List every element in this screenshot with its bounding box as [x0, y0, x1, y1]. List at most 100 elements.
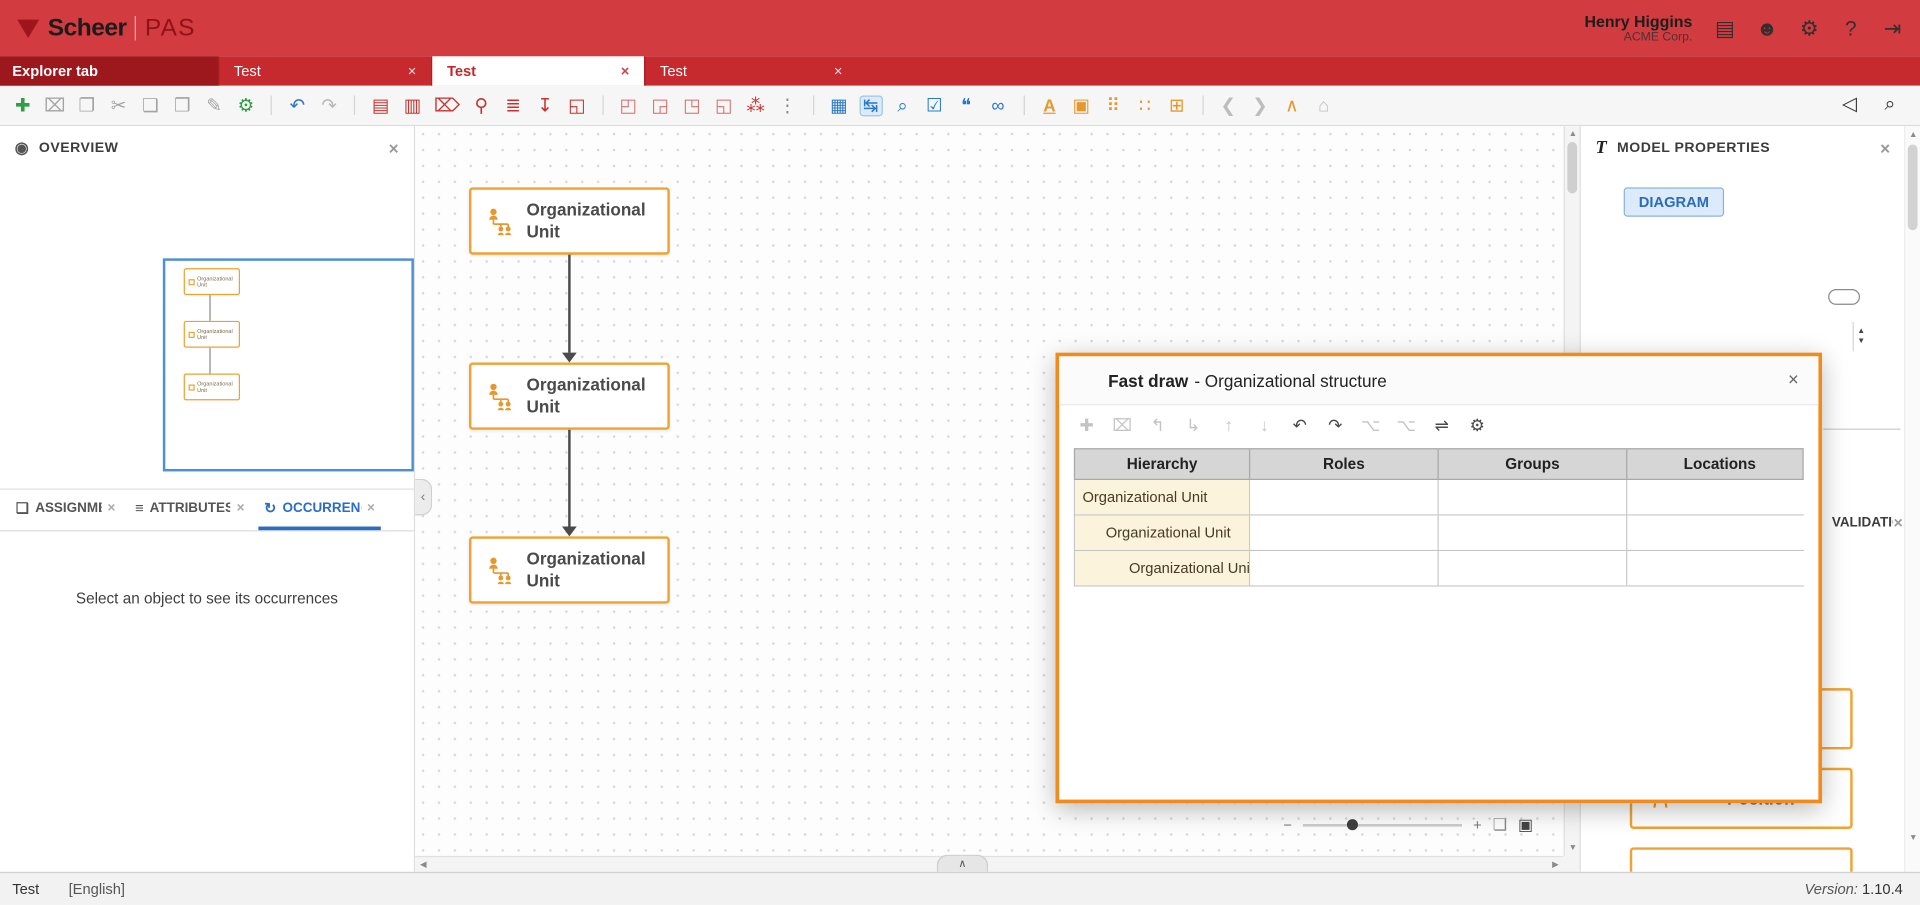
delete-model-icon[interactable]: ⌦	[434, 96, 460, 114]
locations-cell[interactable]	[1627, 516, 1812, 550]
undo-icon[interactable]: ↶	[1289, 416, 1310, 433]
org-unit-node-1[interactable]: Organizational Unit	[469, 187, 670, 254]
scroll-right-icon[interactable]: ▶	[1552, 861, 1559, 870]
right-panel-scrollbar[interactable]: ▲ ▼	[1904, 126, 1920, 872]
table-row[interactable]: Organizational Unit	[1074, 551, 1804, 587]
tab-close-icon[interactable]: ×	[408, 62, 417, 79]
linked-view-icon[interactable]: ∞	[988, 96, 1009, 114]
report-icon[interactable]: ▥	[402, 96, 423, 114]
paste-icon[interactable]: ❏	[140, 96, 161, 114]
zoom-out-button[interactable]: −	[1283, 817, 1292, 834]
nav-back-icon[interactable]: ❮	[1218, 96, 1239, 114]
validation-close-icon[interactable]: ×	[1894, 513, 1903, 531]
zoom-slider-knob[interactable]	[1347, 819, 1358, 830]
connector-mode-icon[interactable]: ↹	[860, 96, 881, 114]
edge-1[interactable]	[568, 255, 570, 353]
bottom-panel-expand-handle[interactable]: ∧	[937, 855, 988, 872]
diagram-button[interactable]: DIAGRAM	[1624, 187, 1724, 216]
scroll-left-icon[interactable]: ◀	[420, 861, 427, 870]
org-chart-layout-icon[interactable]: ⁂	[745, 96, 766, 114]
snapshot-icon[interactable]: ◱	[566, 96, 587, 114]
canvas-horizontal-scrollbar[interactable]: ◀ ▶	[415, 856, 1564, 872]
notifications-tray-icon[interactable]: ▤	[1714, 18, 1735, 39]
user-menu[interactable]: Henry Higgins ACME Corp.	[1584, 12, 1692, 44]
spacing-icon[interactable]: ∷	[1135, 96, 1156, 114]
delete-row-icon[interactable]: ⌧	[1112, 416, 1133, 433]
tab-close-icon[interactable]: ×	[107, 501, 115, 516]
tab-close-icon[interactable]: ×	[367, 501, 375, 516]
cut-icon[interactable]: ✂	[108, 96, 129, 114]
sidebar-collapse-handle[interactable]: ‹	[415, 479, 432, 516]
model-tab-1[interactable]: Test ×	[218, 56, 431, 85]
fit-to-view-icon[interactable]: ▣	[1518, 816, 1533, 836]
org-unit-node-2[interactable]: Organizational Unit	[469, 362, 670, 429]
vertical-scroll-thumb[interactable]	[1567, 142, 1577, 193]
pin-icon[interactable]: ⚲	[471, 96, 492, 114]
tab-close-icon[interactable]: ×	[834, 62, 843, 79]
org-unit-node-3[interactable]: Organizational Unit	[469, 536, 670, 603]
hierarchy-cell[interactable]: Organizational Unit	[1075, 480, 1250, 514]
tab-attributes[interactable]: ≡ ATTRIBUTES ×	[129, 490, 251, 530]
table-row[interactable]: Organizational Unit	[1074, 516, 1804, 552]
hierarchy-cell[interactable]: Organizational Unit	[1075, 516, 1250, 550]
collapse-panel-icon[interactable]: ◁	[1839, 96, 1860, 116]
hierarchy-cell[interactable]: Organizational Unit	[1075, 551, 1250, 585]
scroll-up-icon[interactable]: ▲	[1909, 131, 1917, 140]
toggle-pill[interactable]	[1828, 289, 1860, 305]
settings-gear-icon[interactable]: ⚙	[1799, 18, 1820, 39]
tab-occurrences[interactable]: ↻ OCCURRENCES ×	[258, 490, 381, 530]
groups-cell[interactable]	[1439, 516, 1628, 550]
arrange-send-back-icon[interactable]: ◲	[650, 96, 671, 114]
model-tab-3[interactable]: Test ×	[644, 56, 857, 85]
move-down-icon[interactable]: ↓	[1254, 416, 1275, 433]
help-icon[interactable]: ?	[1840, 18, 1861, 39]
fast-draw-header[interactable]: Fast draw - Organizational structure ×	[1059, 356, 1818, 405]
font-color-icon[interactable]: A	[1039, 97, 1060, 114]
locations-cell[interactable]	[1627, 551, 1812, 585]
copy-icon[interactable]: ❐	[76, 96, 97, 114]
export-model-icon[interactable]: ▤	[370, 96, 391, 114]
user-account-icon[interactable]: ☻	[1756, 18, 1778, 39]
explorer-tab[interactable]: Explorer tab	[0, 56, 218, 85]
paste-special-icon[interactable]: ❒	[172, 96, 193, 114]
matrix-view-icon[interactable]: ⠿	[1103, 96, 1124, 114]
nav-up-icon[interactable]: ∧	[1281, 96, 1302, 114]
overview-close-icon[interactable]: ×	[389, 138, 400, 158]
insert-table-icon[interactable]: ⊞	[1166, 96, 1187, 114]
groups-cell[interactable]	[1439, 551, 1628, 585]
zoom-slider[interactable]	[1303, 824, 1462, 826]
groups-cell[interactable]	[1439, 480, 1628, 514]
tab-close-icon[interactable]: ×	[621, 62, 630, 79]
new-file-icon[interactable]: ✚	[12, 96, 33, 114]
scroll-up-icon[interactable]: ▲	[1569, 130, 1577, 139]
add-sub-level-icon[interactable]: ↳	[1183, 416, 1204, 433]
scroll-down-icon[interactable]: ▼	[1569, 844, 1577, 853]
align-grid-icon[interactable]: ▦	[828, 96, 849, 114]
arrange-bring-front-icon[interactable]: ◰	[618, 96, 639, 114]
fullscreen-icon[interactable]: ❏	[1493, 816, 1507, 836]
delete-icon[interactable]: ⌧	[44, 96, 65, 114]
select-checkbox-icon[interactable]: ☑	[924, 96, 945, 114]
arrange-bring-forward-icon[interactable]: ◳	[681, 96, 702, 114]
edge-2[interactable]	[568, 430, 570, 527]
roles-cell[interactable]	[1250, 551, 1439, 585]
undo-icon[interactable]: ↶	[287, 96, 308, 114]
refresh-icon[interactable]: ⇌	[1431, 416, 1452, 433]
redo-icon[interactable]: ↷	[319, 96, 340, 114]
download-model-icon[interactable]: ↧	[535, 96, 556, 114]
more-options-icon[interactable]: ⋮	[777, 96, 798, 114]
tab-close-icon[interactable]: ×	[237, 501, 245, 516]
locations-cell[interactable]	[1627, 480, 1812, 514]
table-row[interactable]: Organizational Unit	[1074, 480, 1804, 516]
palette-item-partial[interactable]	[1630, 847, 1853, 871]
redo-icon[interactable]: ↷	[1325, 416, 1346, 433]
comments-icon[interactable]: ❝	[956, 96, 977, 114]
edit-icon[interactable]: ✎	[204, 96, 225, 114]
search-icon[interactable]: ⌕	[1880, 96, 1901, 116]
move-up-icon[interactable]: ↑	[1218, 416, 1239, 433]
add-row-icon[interactable]: ✚	[1076, 416, 1097, 433]
zoom-in-button[interactable]: +	[1473, 817, 1482, 834]
find-icon[interactable]: ⌕	[892, 96, 913, 114]
model-settings-icon[interactable]: ⚙	[235, 96, 256, 114]
number-stepper[interactable]: ▲ ▼	[1853, 322, 1869, 351]
